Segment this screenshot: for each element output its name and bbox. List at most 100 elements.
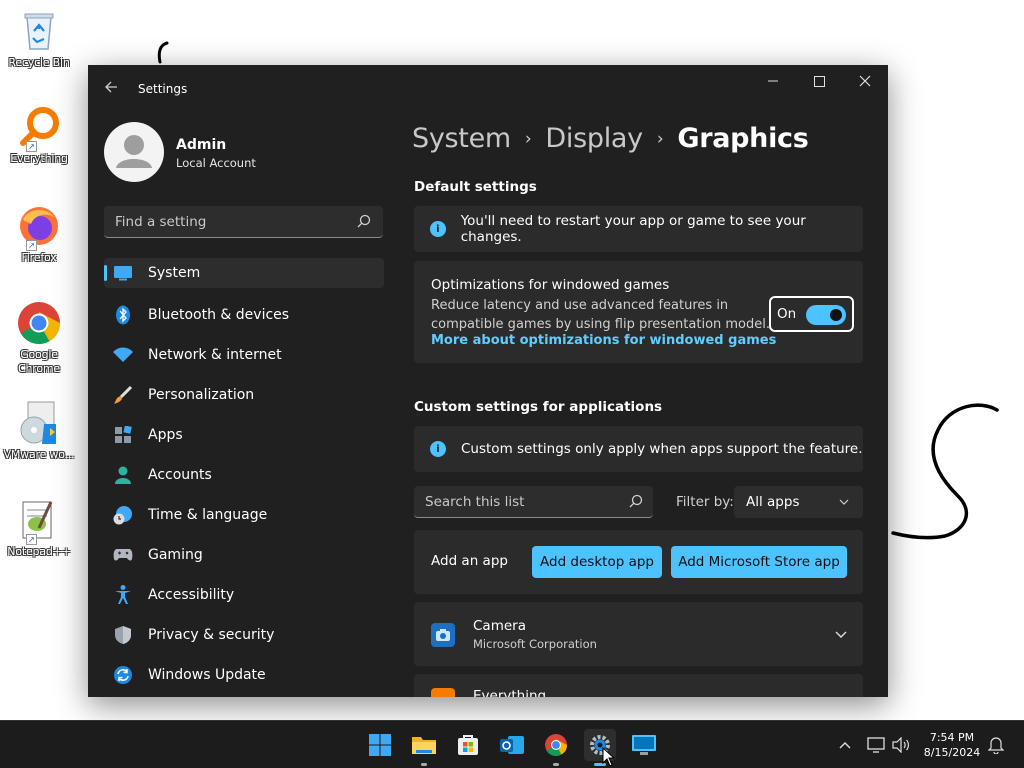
breadcrumb: System › Display › Graphics <box>412 123 809 154</box>
toggle-state-label: On <box>777 306 797 322</box>
sidebar-item-label: Privacy & security <box>148 627 275 643</box>
taskbar-file-explorer[interactable] <box>408 729 440 766</box>
sidebar-item-label: Windows Update <box>148 667 266 683</box>
profile-account-type: Local Account <box>176 156 256 170</box>
sidebar-item-label: Gaming <box>148 547 203 563</box>
notifications-button[interactable] <box>986 735 1006 755</box>
camera-icon <box>431 623 455 647</box>
brush-icon <box>113 385 133 405</box>
add-store-app-button[interactable]: Add Microsoft Store app <box>671 546 847 578</box>
taskbar-microsoft-store[interactable] <box>452 729 484 761</box>
add-app-label: Add an app <box>431 553 508 569</box>
filter-value: All apps <box>746 494 800 510</box>
avatar[interactable] <box>104 122 164 182</box>
arrow-left-icon <box>105 81 117 93</box>
app-name: Everything <box>473 688 547 697</box>
clock-date: 8/15/2024 <box>923 746 981 759</box>
back-button[interactable] <box>100 78 122 100</box>
apps-icon <box>113 425 133 445</box>
volume-icon <box>892 737 909 753</box>
start-button[interactable] <box>364 729 396 761</box>
gamepad-icon <box>113 545 133 565</box>
person-icon <box>113 465 133 485</box>
search-list-input[interactable]: Search this list <box>414 486 653 518</box>
sidebar-item-accounts[interactable]: Accounts <box>104 455 384 495</box>
sidebar-item-label: Time & language <box>148 507 268 523</box>
chrome-icon <box>545 734 567 756</box>
sidebar-item-label: System <box>148 265 201 281</box>
chevron-down-icon[interactable] <box>835 628 847 640</box>
breadcrumb-display[interactable]: Display <box>545 123 643 154</box>
filter-dropdown[interactable]: All apps <box>734 486 863 518</box>
sidebar-item-label: Network & internet <box>148 347 282 363</box>
minimize-button[interactable] <box>750 65 796 97</box>
restart-info-text: You'll need to restart your app or game … <box>460 213 806 245</box>
optimization-toggle[interactable]: On <box>769 296 854 332</box>
sidebar-item-label: Personalization <box>148 387 255 403</box>
taskbar-remote-desktop[interactable] <box>628 729 660 761</box>
microsoft-store-icon <box>458 735 478 755</box>
app-row-camera[interactable]: Camera Microsoft Corporation <box>414 602 863 666</box>
app-name: Camera <box>473 618 526 634</box>
windowed-optimization-card: Optimizations for windowed games Reduce … <box>414 261 863 363</box>
sidebar-item-personalization[interactable]: Personalization <box>104 375 384 415</box>
person-icon <box>116 135 152 168</box>
app-row-everything[interactable]: Everything <box>414 674 863 697</box>
bluetooth-icon <box>113 305 133 325</box>
file-explorer-icon <box>412 737 436 754</box>
optimization-learn-more-link[interactable]: More about optimizations for windowed ga… <box>431 333 776 348</box>
sidebar-item-gaming[interactable]: Gaming <box>104 535 384 575</box>
network-status-button[interactable] <box>866 735 886 755</box>
windows-logo-icon <box>369 734 391 756</box>
info-icon: i <box>430 221 446 237</box>
close-icon <box>859 75 871 87</box>
taskbar-outlook[interactable] <box>496 729 528 761</box>
sidebar-item-bluetooth[interactable]: Bluetooth & devices <box>104 295 384 335</box>
custom-info-card: i Custom settings only apply when apps s… <box>414 426 863 472</box>
close-button[interactable] <box>842 65 888 97</box>
bell-icon <box>988 737 1004 754</box>
toggle-switch[interactable] <box>806 305 846 325</box>
show-hidden-icons-button[interactable] <box>835 735 855 755</box>
taskbar-chrome[interactable] <box>540 729 572 766</box>
info-icon: i <box>430 441 446 457</box>
chevron-up-icon <box>839 742 851 749</box>
shield-icon <box>113 625 133 645</box>
maximize-button[interactable] <box>796 65 842 97</box>
system-clock[interactable]: 7:54 PM 8/15/2024 <box>916 730 988 760</box>
monitor-icon <box>113 263 133 283</box>
optimization-description: Reduce latency and use advanced features… <box>431 298 771 332</box>
clock-time: 7:54 PM <box>929 731 975 744</box>
find-setting-input[interactable]: Find a setting <box>104 206 383 238</box>
sidebar-item-apps[interactable]: Apps <box>104 415 384 455</box>
sidebar-item-label: Accounts <box>148 467 212 483</box>
add-app-card: Add an app Add desktop app Add Microsoft… <box>414 530 863 594</box>
sidebar-item-windows-update[interactable]: Windows Update <box>104 655 384 695</box>
sidebar-item-system[interactable]: System <box>104 258 384 288</box>
chevron-down-icon <box>839 499 849 505</box>
page-title: Graphics <box>677 123 809 154</box>
search-list-placeholder: Search this list <box>425 493 525 510</box>
breadcrumb-system[interactable]: System <box>412 123 511 154</box>
section-title-default: Default settings <box>414 179 537 195</box>
section-title-custom: Custom settings for applications <box>414 399 663 415</box>
update-icon <box>113 665 133 685</box>
minimize-icon <box>768 80 778 82</box>
add-desktop-app-button[interactable]: Add desktop app <box>532 546 662 578</box>
chevron-right-icon: › <box>656 128 664 149</box>
outlook-icon <box>500 736 524 754</box>
running-indicator <box>421 763 427 766</box>
window-title: Settings <box>138 82 188 96</box>
sidebar-item-network[interactable]: Network & internet <box>104 335 384 375</box>
app-publisher: Microsoft Corporation <box>473 637 597 651</box>
volume-button[interactable] <box>891 735 911 755</box>
sidebar-item-privacy-security[interactable]: Privacy & security <box>104 615 384 655</box>
sidebar-item-label: Accessibility <box>148 587 235 603</box>
sidebar-item-accessibility[interactable]: Accessibility <box>104 575 384 615</box>
find-setting-placeholder: Find a setting <box>115 213 207 230</box>
search-icon <box>629 494 643 508</box>
sidebar-item-time-language[interactable]: Time & language <box>104 495 384 535</box>
mouse-cursor-icon <box>602 747 616 767</box>
wifi-icon <box>113 345 133 365</box>
taskbar: 7:54 PM 8/15/2024 <box>0 720 1024 768</box>
